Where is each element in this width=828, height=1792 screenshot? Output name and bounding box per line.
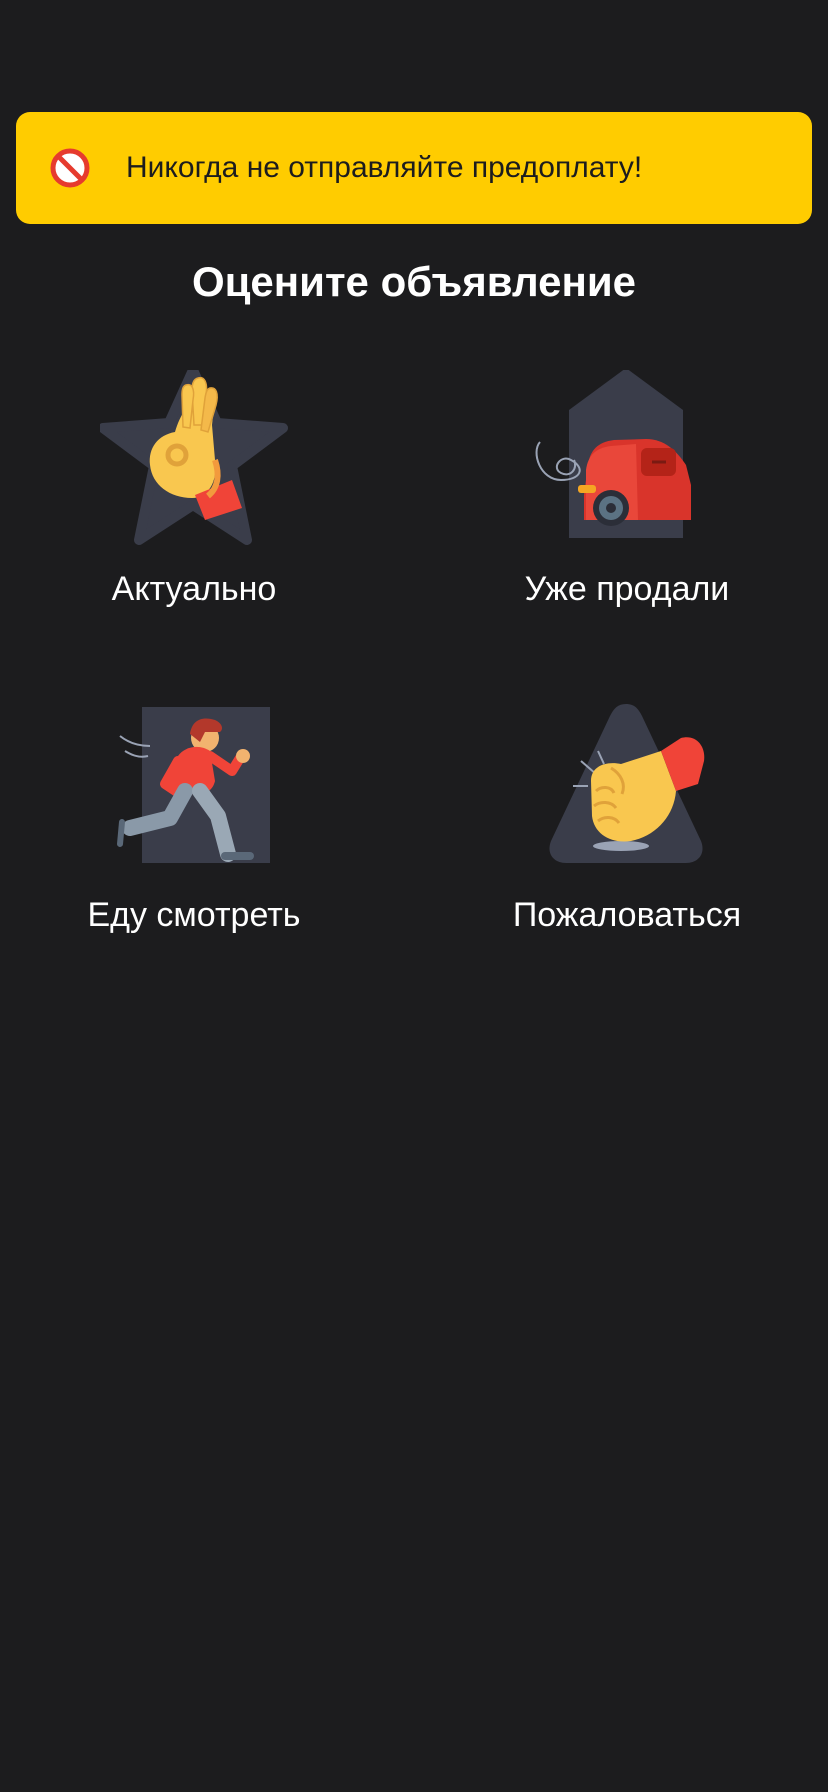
page-title: Оцените объявление <box>191 258 637 305</box>
prepayment-warning-banner: Никогда не отправляйте предоплату! <box>16 112 812 224</box>
fist-bang-icon <box>549 704 705 863</box>
car-leaving-icon <box>535 370 691 538</box>
option-report-button[interactable]: Пожаловаться <box>414 696 828 996</box>
warning-text: Никогда не отправляйте предоплату! <box>126 151 643 184</box>
ok-hand-star-icon <box>100 370 288 545</box>
option-actual-button[interactable]: Актуально <box>0 370 414 670</box>
option-sold-button[interactable]: Уже продали <box>414 370 828 670</box>
running-man-icon <box>117 707 270 863</box>
option-report-label: Пожаловаться <box>512 896 742 934</box>
option-sold-label: Уже продали <box>524 570 730 608</box>
option-going-to-view-label: Еду смотреть <box>87 896 301 934</box>
option-actual-label: Актуально <box>111 570 277 608</box>
prohibited-icon <box>50 148 90 188</box>
option-going-to-view-button[interactable]: Еду смотреть <box>0 696 414 996</box>
